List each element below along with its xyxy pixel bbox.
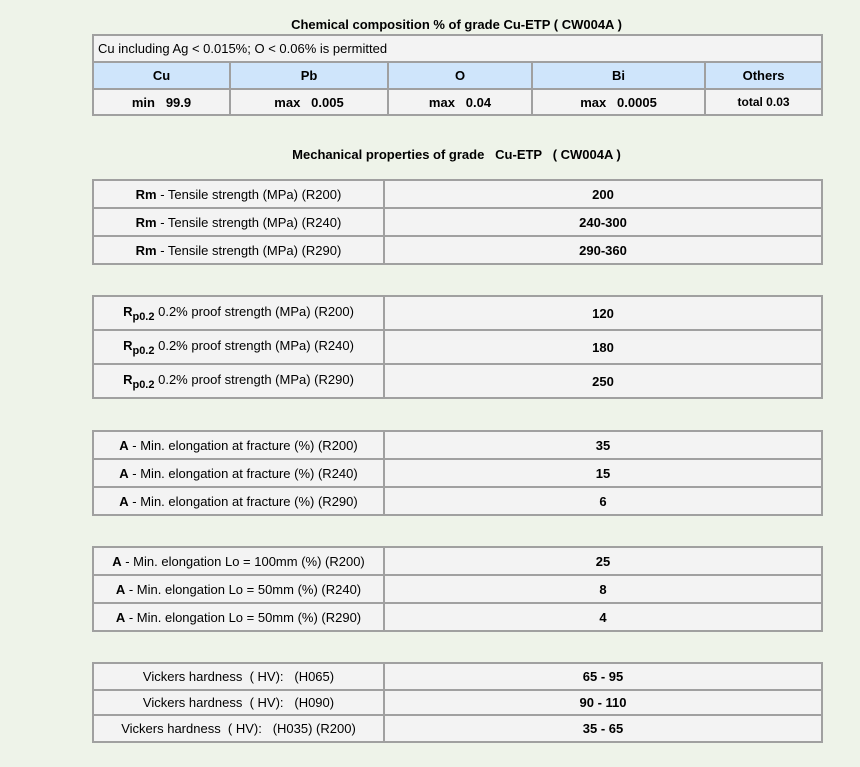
- table-row: Rp0.2 0.2% proof strength (MPa) (R200) 1…: [92, 295, 823, 331]
- property-label: 0.2% proof strength (MPa) (R200): [154, 303, 354, 319]
- property-symbol: Rm: [135, 242, 157, 258]
- property-label: - Min. elongation at fracture (%) (R240): [128, 465, 358, 481]
- chem-table: Cu including Ag < 0.015%; O < 0.06% is p…: [91, 34, 824, 116]
- property-label: - Min. elongation at fracture (%) (R200): [128, 437, 358, 453]
- chem-header-bi: Bi: [531, 61, 706, 90]
- property-value: 6: [383, 486, 823, 516]
- property-value: 25: [383, 546, 823, 576]
- property-label: - Min. elongation Lo = 100mm (%) (R200): [121, 553, 365, 569]
- property-symbol: A: [119, 493, 129, 509]
- table-row: A - Min. elongation at fracture (%) (R20…: [92, 430, 823, 460]
- chem-header-o: O: [387, 61, 533, 90]
- property-label: 0.2% proof strength (MPa) (R240): [154, 337, 354, 353]
- table-row: Rp0.2 0.2% proof strength (MPa) (R240) 1…: [92, 329, 823, 365]
- property-value: 120: [383, 295, 823, 331]
- property-value: 200: [383, 179, 823, 209]
- table-row: Rm - Tensile strength (MPa) (R200) 200: [92, 179, 823, 209]
- property-value: 35 - 65: [383, 714, 823, 743]
- property-value: 4: [383, 602, 823, 632]
- property-value: 8: [383, 574, 823, 604]
- table-row: Rm - Tensile strength (MPa) (R240) 240-3…: [92, 207, 823, 237]
- property-value: 240-300: [383, 207, 823, 237]
- hardness-table: Vickers hardness ( HV): (H065) 65 - 95 V…: [92, 662, 823, 743]
- proof-strength-table: Rp0.2 0.2% proof strength (MPa) (R200) 1…: [92, 295, 823, 399]
- mech-title: Mechanical properties of grade Cu-ETP ( …: [292, 147, 621, 162]
- table-row: A - Min. elongation Lo = 50mm (%) (R240)…: [92, 574, 823, 604]
- chem-value-o: max 0.04: [387, 88, 533, 116]
- property-value: 290-360: [383, 235, 823, 265]
- table-row: Vickers hardness ( HV): (H065) 65 - 95: [92, 662, 823, 691]
- property-symbol: A: [115, 609, 126, 625]
- property-label: - Tensile strength (MPa) (R240): [156, 214, 342, 230]
- chem-value-pb: max 0.005: [229, 88, 389, 116]
- elongation-lo-table: A - Min. elongation Lo = 100mm (%) (R200…: [92, 546, 823, 632]
- property-label: 0.2% proof strength (MPa) (R290): [154, 371, 354, 387]
- table-row: Vickers hardness ( HV): (H090) 90 - 110: [92, 689, 823, 716]
- tensile-table: Rm - Tensile strength (MPa) (R200) 200 R…: [92, 179, 823, 265]
- chem-title: Chemical composition % of grade Cu-ETP (…: [291, 17, 622, 32]
- property-value: 35: [383, 430, 823, 460]
- chem-header-others: Others: [703, 61, 824, 90]
- property-symbol: A: [115, 581, 126, 597]
- property-label: Vickers hardness ( HV): (H065): [92, 662, 385, 691]
- property-label: Vickers hardness ( HV): (H035) (R200): [92, 714, 385, 743]
- property-label: - Tensile strength (MPa) (R200): [156, 186, 342, 202]
- chem-value-bi: max 0.0005: [531, 88, 706, 116]
- property-symbol: A: [119, 465, 129, 481]
- table-row: A - Min. elongation at fracture (%) (R29…: [92, 486, 823, 516]
- property-symbol: A: [119, 437, 129, 453]
- table-row: A - Min. elongation at fracture (%) (R24…: [92, 458, 823, 488]
- table-row: A - Min. elongation Lo = 100mm (%) (R200…: [92, 546, 823, 576]
- property-label: - Min. elongation at fracture (%) (R290): [128, 493, 358, 509]
- property-value: 250: [383, 363, 823, 399]
- property-label: Vickers hardness ( HV): (H090): [92, 689, 385, 716]
- property-symbol: Rm: [135, 186, 157, 202]
- table-row: A - Min. elongation Lo = 50mm (%) (R290)…: [92, 602, 823, 632]
- property-subscript: p0.2: [132, 378, 155, 391]
- property-value: 15: [383, 458, 823, 488]
- property-value: 65 - 95: [383, 662, 823, 691]
- property-label: - Min. elongation Lo = 50mm (%) (R290): [125, 609, 362, 625]
- table-row: Rm - Tensile strength (MPa) (R290) 290-3…: [92, 235, 823, 265]
- property-symbol: A: [112, 553, 122, 569]
- chem-note: Cu including Ag < 0.015%; O < 0.06% is p…: [91, 34, 824, 63]
- chem-header-pb: Pb: [229, 61, 389, 90]
- property-value: 180: [383, 329, 823, 365]
- property-label: - Tensile strength (MPa) (R290): [156, 242, 342, 258]
- table-row: Rp0.2 0.2% proof strength (MPa) (R290) 2…: [92, 363, 823, 399]
- chem-value-cu: min 99.9: [92, 88, 231, 116]
- property-subscript: p0.2: [132, 344, 155, 357]
- elongation-fracture-table: A - Min. elongation at fracture (%) (R20…: [92, 430, 823, 516]
- chem-value-others: total 0.03: [703, 88, 824, 116]
- property-subscript: p0.2: [132, 310, 155, 323]
- table-row: Vickers hardness ( HV): (H035) (R200) 35…: [92, 714, 823, 743]
- property-symbol: Rm: [135, 214, 157, 230]
- property-value: 90 - 110: [383, 689, 823, 716]
- chem-header-cu: Cu: [92, 61, 231, 90]
- property-label: - Min. elongation Lo = 50mm (%) (R240): [125, 581, 362, 597]
